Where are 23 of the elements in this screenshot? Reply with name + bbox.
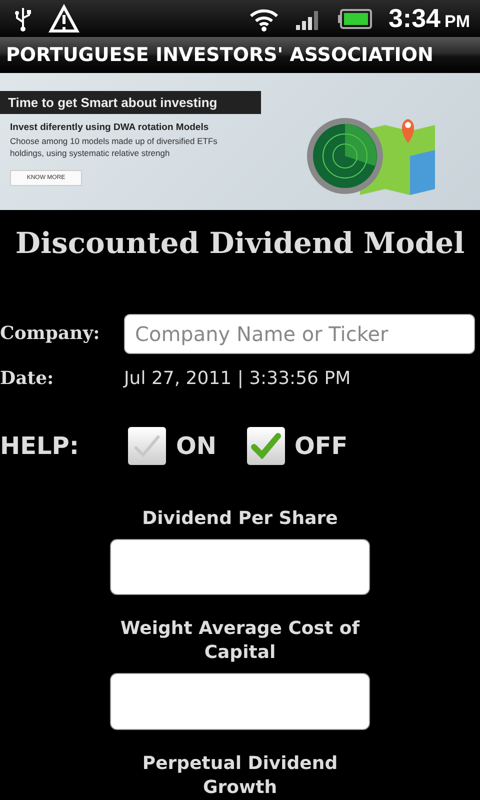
- banner-subhead: Invest diferently using DWA rotation Models: [9, 121, 210, 134]
- field-label: Weight Average Cost of Capital: [119, 617, 361, 666]
- battery-icon: [338, 8, 372, 29]
- number-input[interactable]: [110, 538, 370, 596]
- page-heading: Discounted Dividend Model: [14, 226, 466, 260]
- checkbox[interactable]: [246, 426, 284, 465]
- company-input[interactable]: Company Name or Ticker: [124, 314, 475, 354]
- banner-headline: Time to get Smart about investing: [0, 91, 261, 114]
- clock-time: 3:34: [388, 3, 440, 34]
- checkbox-label: ON: [176, 432, 216, 460]
- banner-text: Choose among 10 models made up of diversified ETFs holdings, using systematic relative strengh: [9, 135, 218, 160]
- warning-icon: [48, 4, 80, 34]
- field-label: Dividend Per Share: [141, 506, 339, 531]
- date-label: Date:: [0, 368, 55, 389]
- checkbox[interactable]: [128, 426, 166, 465]
- date-value: Jul 27, 2011 | 3:33:56 PM: [124, 368, 351, 389]
- company-label: Company:: [0, 323, 101, 344]
- number-input[interactable]: [110, 673, 370, 730]
- clock-ampm: PM: [444, 12, 470, 32]
- field-label: Perpetual Dividend Growth: [141, 752, 339, 800]
- checkbox-label: OFF: [294, 432, 348, 460]
- usb-icon: [14, 6, 32, 32]
- help-label: HELP:: [0, 432, 80, 460]
